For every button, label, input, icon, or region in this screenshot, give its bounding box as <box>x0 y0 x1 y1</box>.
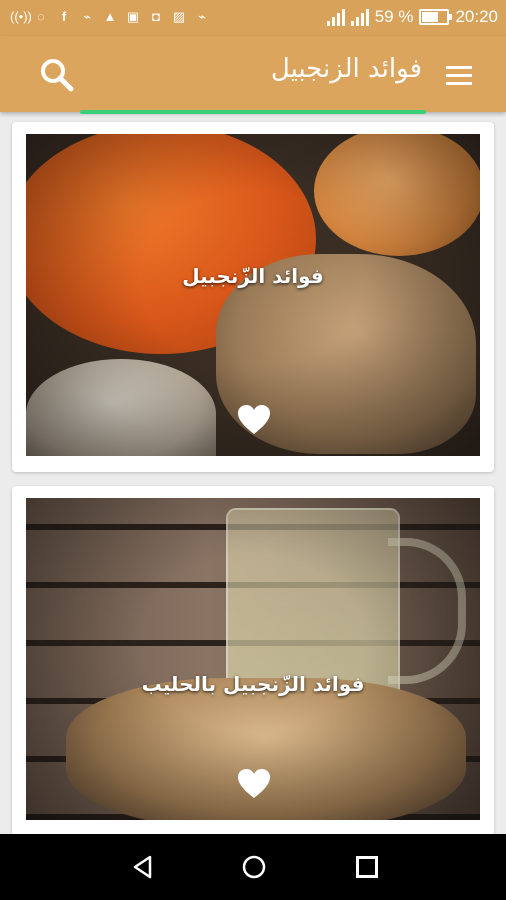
search-icon[interactable] <box>38 56 76 94</box>
radio-icon: ((•)) <box>10 9 32 24</box>
bbm-icon: ▣ <box>126 9 140 24</box>
card-list[interactable]: فوائد الزّنجبيل فوائد الزّنجبيل بالحليب <box>0 114 506 834</box>
home-icon[interactable] <box>241 854 267 880</box>
chat-bubble-icon: ◌ <box>37 9 45 24</box>
signal-icon <box>326 8 345 26</box>
recent-apps-icon[interactable] <box>356 856 378 878</box>
status-right: 59 % 20:20 <box>326 7 498 27</box>
signal-icon-2 <box>350 8 369 26</box>
battery-icon <box>419 9 453 25</box>
card-image[interactable]: فوائد الزّنجبيل بالحليب <box>26 498 480 820</box>
battery-percent: 59 % <box>374 7 414 26</box>
facebook-icon: f <box>61 9 67 24</box>
status-bar: ((•)) ◌ f ⌁ ▲ ▣ ◘ ▨ ⌁ 59 % 20:20 <box>0 0 506 36</box>
heart-icon[interactable] <box>237 768 271 800</box>
messenger-icon: ⌁ <box>198 9 206 24</box>
card[interactable]: فوائد الزّنجبيل <box>12 122 494 472</box>
card-image[interactable]: فوائد الزّنجبيل <box>26 134 480 456</box>
menu-icon[interactable] <box>446 66 472 85</box>
gallery-icon: ▨ <box>172 9 186 24</box>
card-title: فوائد الزّنجبيل بالحليب <box>141 672 365 696</box>
notification-icon: ▲ <box>103 9 117 24</box>
navigation-bar <box>0 834 506 900</box>
messenger-icon: ⌁ <box>83 9 91 24</box>
clock: 20:20 <box>455 7 498 26</box>
back-icon[interactable] <box>130 854 156 880</box>
page-title: فوائد الزنجبيل <box>270 54 422 84</box>
card[interactable]: فوائد الزّنجبيل بالحليب <box>12 486 494 834</box>
heart-icon[interactable] <box>237 404 271 436</box>
card-title: فوائد الزّنجبيل <box>182 264 324 288</box>
app-bar: فوائد الزنجبيل <box>0 36 506 112</box>
instagram-icon: ◘ <box>152 9 160 24</box>
notification-icons: ((•)) ◌ f ⌁ ▲ ▣ ◘ ▨ ⌁ <box>10 9 210 25</box>
